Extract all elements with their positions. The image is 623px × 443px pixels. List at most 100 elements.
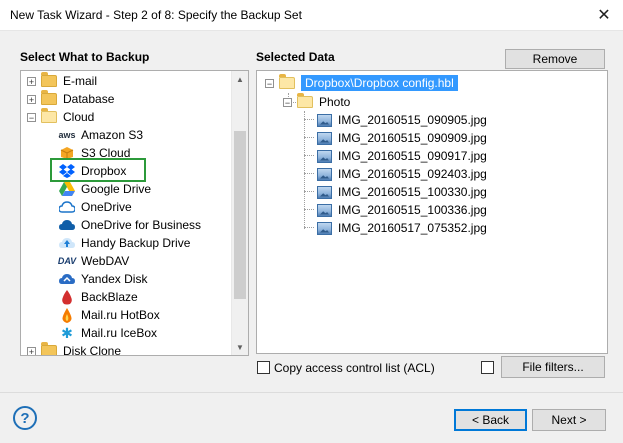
- right-panel-label: Selected Data: [256, 50, 335, 64]
- backup-source-tree[interactable]: ▲ ▼ + E-mail + Database − Cloud aws Amaz…: [20, 70, 249, 356]
- file-filters-button[interactable]: File filters...: [501, 356, 605, 378]
- onedrive-icon: [59, 199, 75, 215]
- file-name: IMG_20160515_090905.jpg: [338, 113, 487, 127]
- file-name: IMG_20160515_090917.jpg: [338, 149, 487, 163]
- scroll-down-icon[interactable]: ▼: [232, 339, 248, 355]
- tree-item-webdav[interactable]: DAV WebDAV: [57, 252, 130, 270]
- onedrive-business-icon: [59, 217, 75, 233]
- file-row[interactable]: IMG_20160515_100336.jpg: [317, 201, 487, 219]
- folder-open-icon: [279, 74, 295, 89]
- tree-item-label: Amazon S3: [81, 128, 144, 142]
- tree-item-label: Disk Clone: [63, 344, 122, 356]
- mailru-icebox-icon: ✱: [61, 324, 73, 341]
- yandex-disk-icon: [59, 271, 75, 287]
- footer-divider: [0, 392, 623, 393]
- file-row[interactable]: IMG_20160517_075352.jpg: [317, 219, 487, 237]
- selected-folder-photo[interactable]: − Photo: [283, 93, 350, 111]
- backblaze-icon: [59, 289, 75, 305]
- image-file-icon: [317, 203, 332, 217]
- folder-icon: [41, 90, 57, 105]
- tree-connector: [304, 155, 314, 156]
- tree-item-label: Database: [63, 92, 115, 106]
- tree-item-label: Google Drive: [81, 182, 152, 196]
- scroll-thumb[interactable]: [234, 131, 246, 299]
- tree-item-label: Yandex Disk: [81, 272, 148, 286]
- tree-item-label: WebDAV: [81, 254, 130, 268]
- expand-icon[interactable]: +: [27, 94, 36, 104]
- tree-item-label: Cloud: [63, 110, 95, 124]
- tree-item-label: BackBlaze: [81, 290, 138, 304]
- tree-item-mailru-icebox[interactable]: ✱ Mail.ru IceBox: [59, 324, 157, 342]
- webdav-icon: DAV: [57, 256, 77, 266]
- tree-connector: [304, 209, 314, 210]
- amazon-s3-icon: aws: [58, 130, 76, 140]
- tree-item-amazon-s3[interactable]: aws Amazon S3: [58, 126, 144, 144]
- file-row[interactable]: IMG_20160515_090905.jpg: [317, 111, 487, 129]
- file-name: IMG_20160515_090909.jpg: [338, 131, 487, 145]
- tree-connector: [304, 137, 314, 138]
- file-row[interactable]: IMG_20160515_090909.jpg: [317, 129, 487, 147]
- tree-item-onedrive-business[interactable]: OneDrive for Business: [59, 216, 201, 234]
- tree-item-backblaze[interactable]: BackBlaze: [59, 288, 138, 306]
- tree-item-mailru-hotbox[interactable]: Mail.ru HotBox: [59, 306, 160, 324]
- folder-open-icon: [41, 108, 57, 123]
- tree-scrollbar[interactable]: ▲ ▼: [231, 71, 248, 355]
- tree-item-label: Mail.ru IceBox: [81, 326, 158, 340]
- folder-icon: [41, 342, 57, 355]
- tree-item-yandex-disk[interactable]: Yandex Disk: [59, 270, 147, 288]
- expand-icon[interactable]: +: [27, 76, 36, 86]
- image-file-icon: [317, 149, 332, 163]
- tree-connector: [304, 111, 305, 229]
- tree-item-label: Mail.ru HotBox: [81, 308, 160, 322]
- file-name: IMG_20160517_075352.jpg: [338, 221, 487, 235]
- tree-item-label: OneDrive: [81, 200, 132, 214]
- tree-connector: [304, 173, 314, 174]
- collapse-icon[interactable]: −: [265, 78, 274, 88]
- file-name: IMG_20160515_092403.jpg: [338, 167, 487, 181]
- file-row[interactable]: IMG_20160515_090917.jpg: [317, 147, 487, 165]
- tree-connector: [304, 119, 314, 120]
- file-name: IMG_20160515_100330.jpg: [338, 185, 487, 199]
- tree-item-google-drive[interactable]: Google Drive: [59, 180, 151, 198]
- tree-item-database[interactable]: + Database: [27, 90, 114, 108]
- title-bar: New Task Wizard - Step 2 of 8: Specify t…: [0, 0, 623, 31]
- window-title: New Task Wizard - Step 2 of 8: Specify t…: [10, 8, 302, 22]
- help-icon[interactable]: ?: [13, 406, 37, 430]
- collapse-icon[interactable]: −: [283, 97, 292, 107]
- file-row[interactable]: IMG_20160515_092403.jpg: [317, 165, 487, 183]
- selected-root[interactable]: − Dropbox\Dropbox config.hbl: [265, 74, 458, 92]
- file-filters-checkbox[interactable]: [481, 361, 494, 374]
- tree-item-handy-backup-drive[interactable]: Handy Backup Drive: [59, 234, 190, 252]
- tree-item-email[interactable]: + E-mail: [27, 72, 97, 90]
- selected-folder-label: Photo: [319, 95, 351, 109]
- collapse-icon[interactable]: −: [27, 112, 36, 122]
- file-name: IMG_20160515_100336.jpg: [338, 203, 487, 217]
- tree-item-label: OneDrive for Business: [81, 218, 202, 232]
- tree-connector: [304, 227, 314, 228]
- image-file-icon: [317, 221, 332, 235]
- tree-item-label: Handy Backup Drive: [81, 236, 191, 250]
- selected-data-tree[interactable]: − Dropbox\Dropbox config.hbl − Photo IMG…: [256, 70, 608, 354]
- scroll-up-icon[interactable]: ▲: [232, 71, 248, 87]
- tree-item-label: E-mail: [63, 74, 98, 88]
- image-file-icon: [317, 167, 332, 181]
- mailru-hotbox-icon: [59, 307, 75, 323]
- back-button[interactable]: < Back: [454, 409, 527, 431]
- acl-checkbox[interactable]: [257, 361, 270, 374]
- google-drive-icon: [59, 181, 75, 197]
- selected-root-label: Dropbox\Dropbox config.hbl: [301, 75, 458, 91]
- close-icon[interactable]: ✕: [585, 0, 623, 30]
- remove-button[interactable]: Remove: [505, 49, 605, 69]
- image-file-icon: [317, 113, 332, 127]
- tree-item-onedrive[interactable]: OneDrive: [59, 198, 132, 216]
- expand-icon[interactable]: +: [27, 346, 36, 355]
- folder-open-icon: [297, 93, 313, 108]
- next-button[interactable]: Next >: [532, 409, 606, 431]
- file-row[interactable]: IMG_20160515_100330.jpg: [317, 183, 487, 201]
- handy-backup-drive-icon: [59, 235, 75, 251]
- image-file-icon: [317, 185, 332, 199]
- dropbox-highlight: [50, 158, 146, 182]
- tree-item-disk-clone[interactable]: + Disk Clone: [27, 342, 122, 356]
- tree-item-cloud[interactable]: − Cloud: [27, 108, 94, 126]
- tree-connector: [304, 191, 314, 192]
